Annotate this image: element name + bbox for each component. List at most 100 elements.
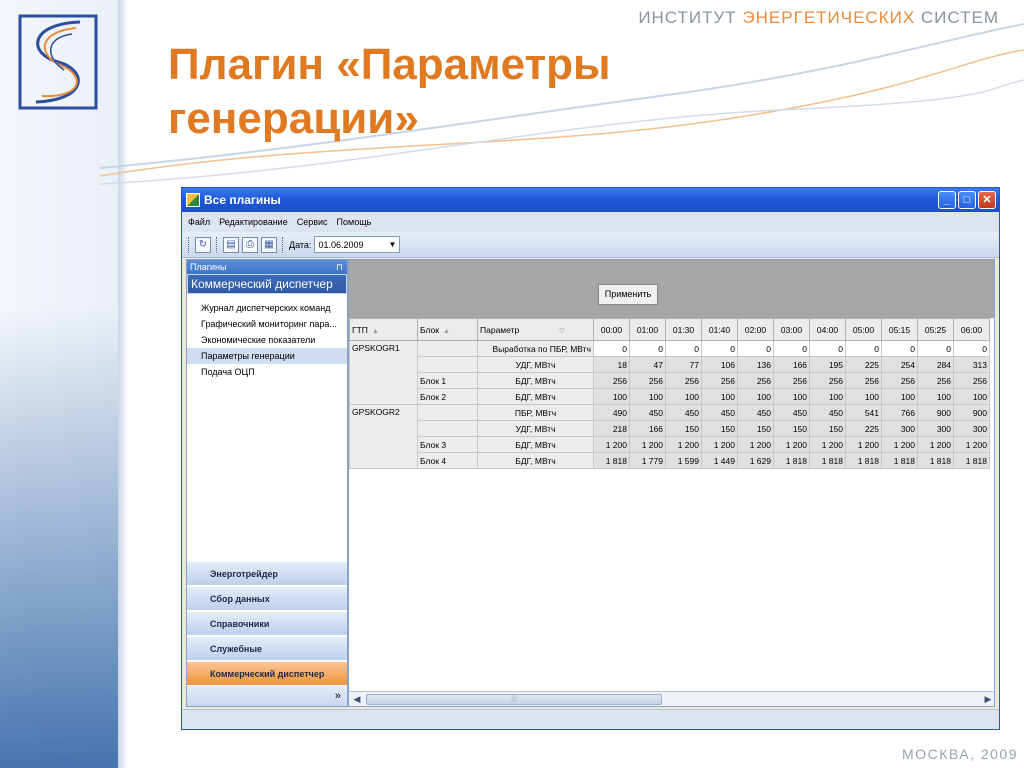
- cell-block[interactable]: [417, 420, 478, 437]
- cell-value[interactable]: 136: [737, 356, 774, 373]
- chevron-down-icon[interactable]: ▼: [385, 237, 399, 252]
- sidebar-item-economic-indicators[interactable]: Экономические показатели: [187, 332, 347, 348]
- cell-value[interactable]: 1 200: [953, 436, 990, 453]
- cell-value[interactable]: 106: [701, 356, 738, 373]
- scroll-right-icon[interactable]: ▶: [981, 693, 994, 706]
- maximize-button[interactable]: □: [958, 191, 976, 209]
- cell-value[interactable]: 1 200: [917, 436, 954, 453]
- cell-value[interactable]: 150: [809, 420, 846, 437]
- column-header-time[interactable]: 01:00: [629, 318, 666, 341]
- menu-service[interactable]: Сервис: [297, 217, 328, 227]
- cell-value[interactable]: 1 629: [737, 452, 774, 469]
- cell-value[interactable]: 0: [917, 340, 954, 357]
- column-header-time[interactable]: 05:00: [845, 318, 882, 341]
- cell-value[interactable]: 166: [773, 356, 810, 373]
- cell-param[interactable]: УДГ, МВтч: [477, 420, 594, 437]
- cell-value[interactable]: 256: [881, 372, 918, 389]
- cell-value[interactable]: 256: [593, 372, 630, 389]
- cell-value[interactable]: 150: [737, 420, 774, 437]
- cell-value[interactable]: 0: [665, 340, 702, 357]
- cell-value[interactable]: 225: [845, 420, 882, 437]
- cell-param[interactable]: Выработка по ПБР, МВтч: [477, 340, 594, 357]
- cell-value[interactable]: 284: [917, 356, 954, 373]
- cell-block[interactable]: Блок 3: [417, 436, 478, 453]
- menu-help[interactable]: Помощь: [337, 217, 372, 227]
- toolbar-grip[interactable]: [188, 236, 191, 253]
- column-header-time[interactable]: 01:40: [701, 318, 738, 341]
- cell-value[interactable]: 1 818: [593, 452, 630, 469]
- cell-value[interactable]: 1 818: [809, 452, 846, 469]
- minimize-button[interactable]: _: [938, 191, 956, 209]
- export-icon[interactable]: ▦: [261, 236, 277, 253]
- nav-data-collection[interactable]: Сбор данных: [187, 586, 347, 610]
- toolbar-grip[interactable]: [216, 236, 219, 253]
- cell-value[interactable]: 256: [737, 372, 774, 389]
- cell-value[interactable]: 256: [665, 372, 702, 389]
- sidebar-item-graphic-monitoring[interactable]: Графический мониторинг пара...: [187, 316, 347, 332]
- cell-value[interactable]: 1 818: [881, 452, 918, 469]
- cell-value[interactable]: 900: [917, 404, 954, 421]
- column-header-time[interactable]: 05:25: [917, 318, 954, 341]
- column-header-block[interactable]: Блок ▲: [417, 318, 478, 341]
- table-row[interactable]: Блок 1 БДГ, МВтч 256 256 256 256 256 256 256 256 2…: [350, 372, 990, 389]
- cell-value[interactable]: 1 200: [665, 436, 702, 453]
- refresh-icon[interactable]: ↻: [195, 236, 211, 253]
- cell-value[interactable]: 150: [701, 420, 738, 437]
- cell-param[interactable]: УДГ, МВтч: [477, 356, 594, 373]
- cell-value[interactable]: 0: [737, 340, 774, 357]
- cell-value[interactable]: 313: [953, 356, 990, 373]
- apply-button[interactable]: Применить: [598, 284, 658, 305]
- cell-value[interactable]: 1 200: [629, 436, 666, 453]
- cell-param[interactable]: БДГ, МВтч: [477, 452, 594, 469]
- cell-value[interactable]: 166: [629, 420, 666, 437]
- cell-value[interactable]: 0: [701, 340, 738, 357]
- cell-value[interactable]: 1 818: [845, 452, 882, 469]
- scroll-left-icon[interactable]: ◀: [350, 693, 364, 706]
- cell-value[interactable]: 300: [881, 420, 918, 437]
- cell-value[interactable]: 766: [881, 404, 918, 421]
- cell-value[interactable]: 100: [665, 388, 702, 405]
- cell-gtp[interactable]: GPSKOGR1: [349, 340, 418, 405]
- cell-block[interactable]: Блок 1: [417, 372, 478, 389]
- cell-value[interactable]: 218: [593, 420, 630, 437]
- cell-block[interactable]: [417, 356, 478, 373]
- column-header-time[interactable]: 04:00: [809, 318, 846, 341]
- print-icon[interactable]: ⎙: [242, 236, 258, 253]
- sidebar-item-generation-params[interactable]: Параметры генерации: [187, 348, 347, 364]
- toolbar-grip[interactable]: [282, 236, 285, 253]
- nav-commercial-dispatcher[interactable]: Коммерческий диспетчер: [187, 661, 347, 685]
- cell-value[interactable]: 256: [701, 372, 738, 389]
- cell-value[interactable]: 490: [593, 404, 630, 421]
- cell-value[interactable]: 1 200: [593, 436, 630, 453]
- cell-value[interactable]: 0: [881, 340, 918, 357]
- cell-block[interactable]: Блок 4: [417, 452, 478, 469]
- table-row[interactable]: GPSKOGR2 ПБР, МВтч 490 450 450 450 450 450 450 54…: [349, 404, 990, 469]
- cell-param[interactable]: БДГ, МВтч: [477, 372, 594, 389]
- table-row[interactable]: УДГ, МВтч 218 166 150 150 150 150 150 225 300 300 3…: [350, 420, 990, 437]
- cell-value[interactable]: 256: [845, 372, 882, 389]
- cell-value[interactable]: 0: [593, 340, 630, 357]
- cell-value[interactable]: 100: [917, 388, 954, 405]
- cell-value[interactable]: 300: [917, 420, 954, 437]
- cell-value[interactable]: 100: [845, 388, 882, 405]
- cell-value[interactable]: 100: [701, 388, 738, 405]
- column-header-time[interactable]: 05:15: [881, 318, 918, 341]
- cell-value[interactable]: 0: [773, 340, 810, 357]
- nav-references[interactable]: Справочники: [187, 611, 347, 635]
- sidebar-item-command-log[interactable]: Журнал диспетчерских команд: [187, 300, 347, 316]
- cell-gtp[interactable]: GPSKOGR2: [349, 404, 418, 469]
- scrollbar-thumb[interactable]: ⁞⁞⁞: [366, 694, 662, 705]
- cell-block[interactable]: [417, 404, 478, 421]
- column-header-time[interactable]: 01:30: [665, 318, 702, 341]
- cell-value[interactable]: 256: [917, 372, 954, 389]
- column-header-param[interactable]: Параметр ▽: [477, 318, 594, 341]
- cell-value[interactable]: 450: [701, 404, 738, 421]
- cell-value[interactable]: 1 818: [773, 452, 810, 469]
- cell-value[interactable]: 77: [665, 356, 702, 373]
- cell-value[interactable]: 254: [881, 356, 918, 373]
- table-row[interactable]: Блок 4 БДГ, МВтч 1 818 1 779 1 599 1 449 1 629…: [350, 452, 990, 469]
- cell-value[interactable]: 0: [629, 340, 666, 357]
- cell-value[interactable]: 450: [665, 404, 702, 421]
- column-header-time[interactable]: 03:00: [773, 318, 810, 341]
- cell-value[interactable]: 150: [665, 420, 702, 437]
